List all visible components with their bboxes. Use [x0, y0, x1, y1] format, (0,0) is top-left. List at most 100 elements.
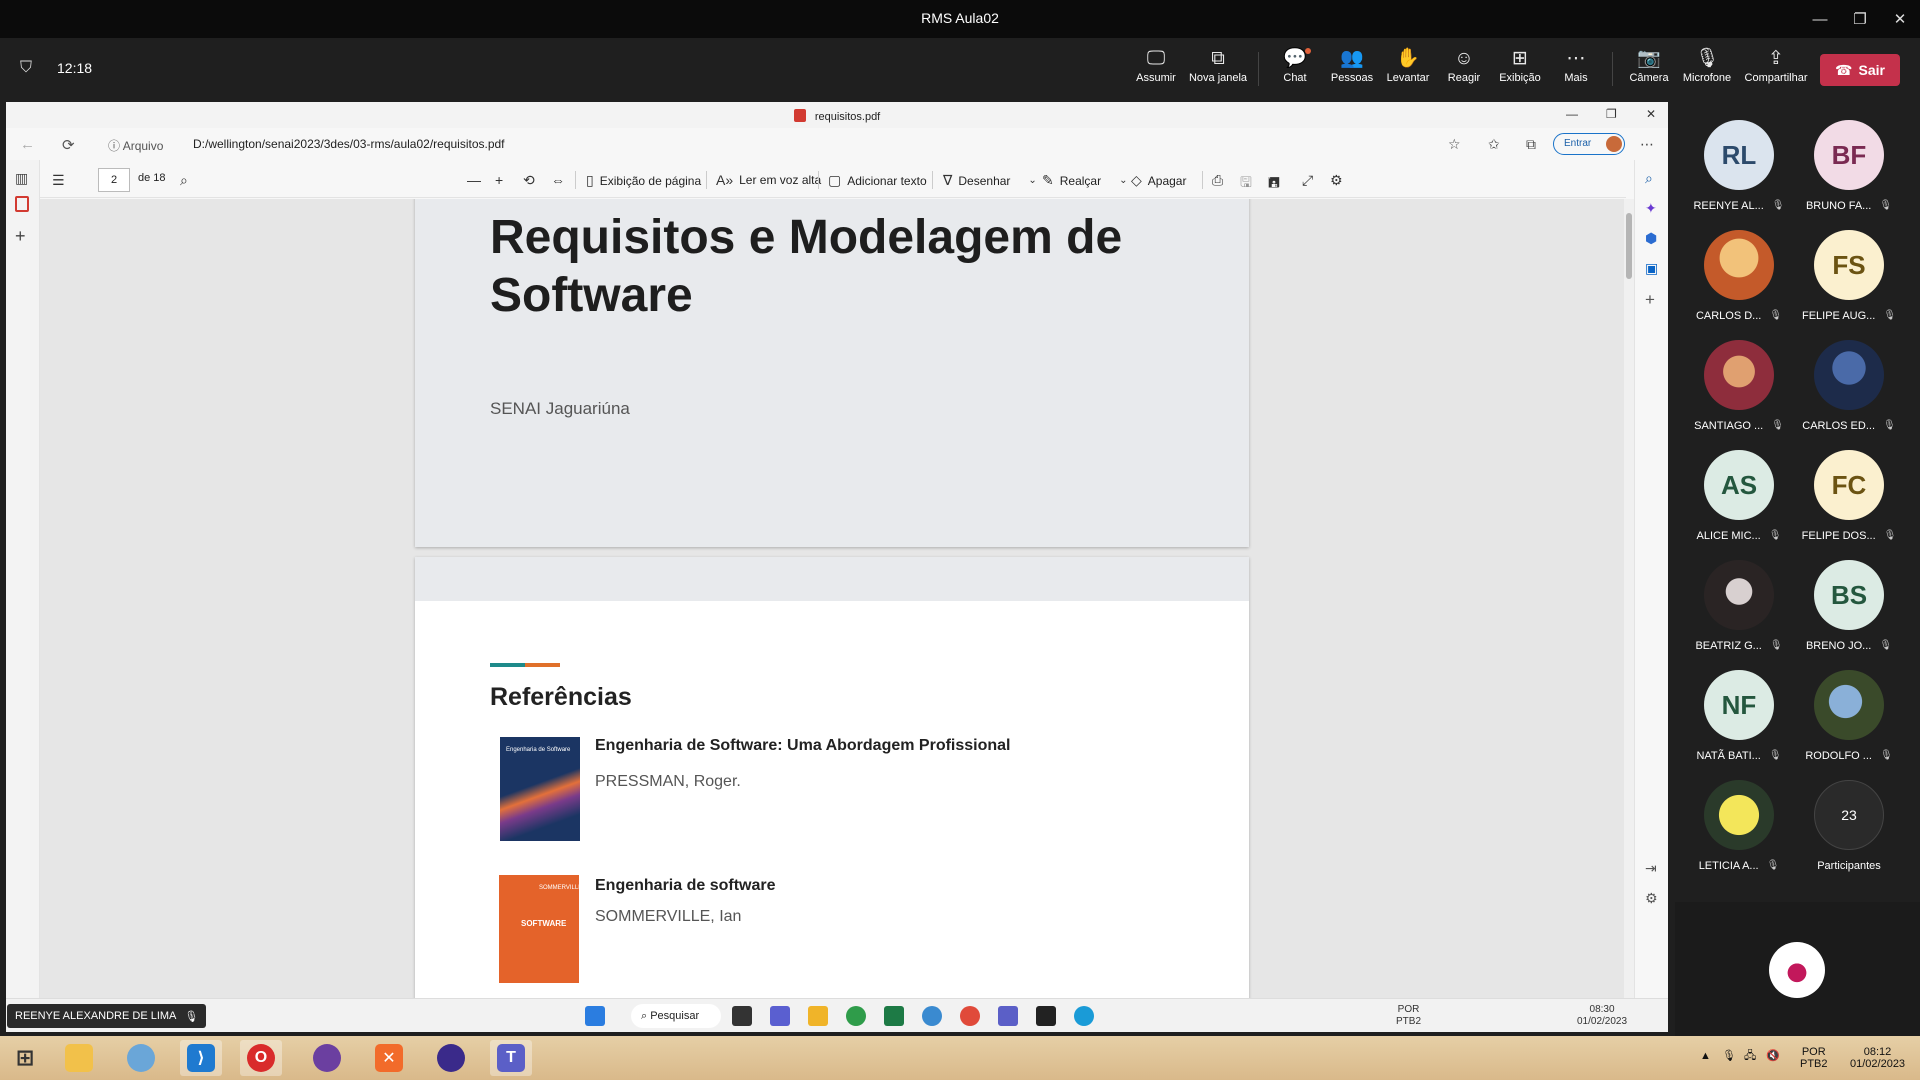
more-participants-tile[interactable]: 23 Participantes — [1794, 780, 1904, 872]
network-icon[interactable]: 🖧 — [1744, 1050, 1756, 1062]
take-control-button[interactable]: 🖵 Assumir — [1126, 46, 1186, 84]
taskbar-app[interactable] — [58, 1040, 100, 1076]
tray-overflow-icon[interactable]: ▲ — [1700, 1050, 1711, 1062]
participant-tile[interactable]: AS ALICE MIC... 🎙 — [1684, 450, 1794, 542]
draw-button[interactable]: ∇ Desenhar ⌄ — [943, 172, 1037, 189]
browser-icon[interactable] — [922, 1006, 942, 1026]
excel-icon[interactable] — [884, 1006, 904, 1026]
close-icon[interactable]: ✕ — [1646, 107, 1656, 121]
more-icon[interactable]: ⋯ — [1640, 136, 1654, 153]
participant-tile[interactable]: CARLOS D... 🎙 — [1684, 230, 1794, 322]
xbox-icon[interactable] — [846, 1006, 866, 1026]
microphone-button[interactable]: 🎙 Microfone — [1677, 46, 1737, 84]
participant-tile[interactable]: BS BRENO JO... 🎙 — [1794, 560, 1904, 652]
participant-tile[interactable]: CARLOS ED... 🎙 — [1794, 340, 1904, 432]
new-tab-icon[interactable]: + — [15, 226, 26, 247]
windows-start-icon[interactable] — [585, 1006, 605, 1026]
restore-icon[interactable]: ❐ — [1840, 0, 1880, 38]
chat-icon[interactable] — [770, 1006, 790, 1026]
sign-in-button[interactable]: Entrar — [1553, 133, 1625, 155]
chat-button[interactable]: 💬 Chat — [1265, 46, 1325, 84]
mic-muted-icon[interactable]: 🎙 — [1722, 1050, 1736, 1062]
taskbar-app[interactable]: T — [490, 1040, 532, 1076]
favorite-add-icon[interactable]: ☆ — [1448, 136, 1461, 153]
favorites-icon[interactable]: ✩ — [1488, 136, 1500, 153]
people-button[interactable]: 👥 Pessoas — [1322, 46, 1382, 84]
fullscreen-icon[interactable]: ⤢ — [1302, 172, 1313, 189]
search-icon[interactable]: ⌕ — [180, 172, 188, 189]
back-icon[interactable]: ← — [20, 136, 35, 153]
outlook-icon[interactable]: ▣ — [1645, 260, 1658, 277]
site-info[interactable]: ⓘ Arquivo — [108, 137, 163, 154]
add-text-button[interactable]: ▢ Adicionar texto — [828, 172, 927, 189]
camera-button[interactable]: 📷 Câmera — [1619, 46, 1679, 84]
taskbar-app[interactable]: ✕ — [368, 1040, 410, 1076]
volume-muted-icon[interactable]: 🔇 — [1766, 1050, 1780, 1062]
participant-tile[interactable]: BEATRIZ G... 🎙 — [1684, 560, 1794, 652]
teams-icon[interactable] — [998, 1006, 1018, 1026]
tray-clock[interactable]: 08:30 01/02/2023 — [1577, 1004, 1627, 1028]
participant-tile[interactable]: FS FELIPE AUG... 🎙 — [1794, 230, 1904, 322]
collections-icon[interactable]: ⧉ — [1526, 136, 1536, 153]
settings-icon[interactable]: ⚙ — [1330, 172, 1343, 189]
pdf-tab-icon[interactable] — [15, 196, 29, 212]
participant-tile[interactable]: BF BRUNO FA... 🎙 — [1794, 120, 1904, 212]
save-icon[interactable]: 🖫 — [1240, 172, 1252, 196]
print-icon[interactable]: ⎙ — [1212, 172, 1223, 189]
taskbar-app[interactable] — [306, 1040, 348, 1076]
chrome-icon[interactable] — [960, 1006, 980, 1026]
terminal-icon[interactable] — [1036, 1006, 1056, 1026]
rotate-icon[interactable]: ⟲ — [523, 172, 535, 189]
zoom-in-icon[interactable]: + — [495, 172, 503, 188]
address-input[interactable]: D:/wellington/senai2023/3des/03-rms/aula… — [193, 137, 505, 151]
react-button[interactable]: ☺ Reagir — [1434, 46, 1494, 84]
more-button[interactable]: ⋯ Mais — [1546, 46, 1606, 84]
pdf-viewport[interactable]: Requisitos e Modelagem de Software SENAI… — [40, 199, 1624, 998]
participant-tile[interactable]: LETICIA A... 🎙 — [1684, 780, 1794, 872]
taskbar-app[interactable] — [120, 1040, 162, 1076]
chevron-down-icon[interactable]: ⌄ — [1028, 175, 1036, 186]
start-button[interactable]: ⊞ — [4, 1040, 46, 1076]
taskbar-app[interactable] — [430, 1040, 472, 1076]
new-window-button[interactable]: ⧉ Nova janela — [1188, 46, 1248, 84]
participant-tile[interactable]: RODOLFO ... 🎙 — [1794, 670, 1904, 762]
participant-tile[interactable]: RL REENYE AL... 🎙 — [1684, 120, 1794, 212]
restore-icon[interactable]: ❐ — [1606, 107, 1617, 121]
taskbar-app[interactable]: O — [240, 1040, 282, 1076]
share-button[interactable]: ⇪ Compartilhar — [1744, 46, 1808, 84]
fit-page-icon[interactable]: ⇔ — [551, 172, 565, 188]
minimize-icon[interactable]: — — [1800, 0, 1840, 38]
add-sidebar-icon[interactable]: + — [1645, 290, 1655, 310]
tab-actions-icon[interactable]: ▥ — [15, 170, 28, 187]
participant-tile[interactable]: NF NATÃ BATI... 🎙 — [1684, 670, 1794, 762]
search-icon[interactable]: ⌕ — [1645, 170, 1653, 187]
taskbar-app[interactable]: ⟩ — [180, 1040, 222, 1076]
taskbar-search[interactable]: ⌕ Pesquisar — [631, 1004, 721, 1028]
tray-language[interactable]: POR PTB2 — [1396, 1004, 1421, 1028]
view-button[interactable]: ⊞ Exibição — [1490, 46, 1550, 84]
minimize-icon[interactable]: — — [1566, 107, 1578, 121]
scrollbar[interactable] — [1624, 199, 1634, 998]
refresh-icon[interactable]: ⟳ — [62, 136, 75, 154]
contents-icon[interactable]: ☰ — [52, 172, 65, 189]
self-avatar[interactable] — [1769, 942, 1825, 998]
close-icon[interactable]: ✕ — [1880, 0, 1920, 38]
hide-sidebar-icon[interactable]: ⇥ — [1645, 860, 1657, 877]
participant-tile[interactable]: FC FELIPE DOS... 🎙 — [1794, 450, 1904, 542]
chevron-down-icon[interactable]: ⌄ — [1119, 175, 1127, 186]
edge-icon[interactable] — [1074, 1006, 1094, 1026]
leave-button[interactable]: ☎ Sair — [1820, 54, 1900, 86]
tray-language[interactable]: POR PTB2 — [1800, 1046, 1828, 1070]
raise-hand-button[interactable]: ✋ Levantar — [1378, 46, 1438, 84]
page-number-input[interactable]: 2 — [98, 168, 130, 192]
zoom-out-icon[interactable]: — — [467, 172, 481, 188]
read-aloud-button[interactable]: A» Ler em voz alta — [716, 172, 821, 188]
highlight-button[interactable]: ✎ Realçar ⌄ — [1042, 172, 1127, 189]
save-as-icon[interactable]: 🖪 — [1268, 172, 1280, 196]
browser-tab[interactable]: requisitos.pdf — [6, 109, 1668, 123]
participant-tile[interactable]: SANTIAGO ... 🎙 — [1684, 340, 1794, 432]
erase-button[interactable]: ◇ Apagar — [1131, 172, 1186, 189]
file-explorer-icon[interactable] — [808, 1006, 828, 1026]
sidebar-settings-icon[interactable]: ⚙ — [1645, 890, 1658, 907]
page-view-button[interactable]: ▯ Exibição de página — [586, 172, 701, 189]
